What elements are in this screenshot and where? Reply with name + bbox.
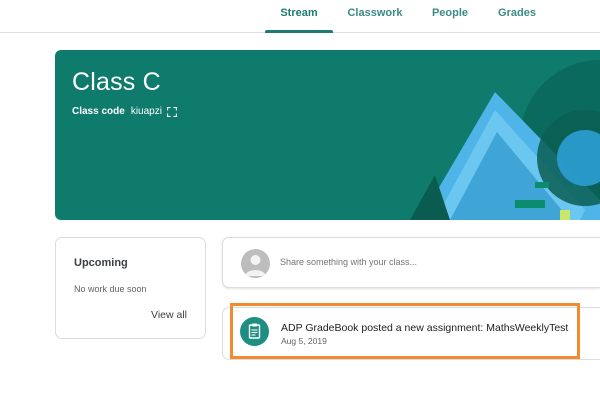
class-title: Class C xyxy=(72,68,161,96)
user-avatar-icon xyxy=(241,249,270,278)
tab-classwork-label: Classwork xyxy=(347,7,403,19)
post-title[interactable]: ADP GradeBook posted a new assignment: M… xyxy=(281,322,568,334)
tab-stream[interactable]: Stream xyxy=(265,0,333,33)
top-nav: Stream Classwork People Grades xyxy=(0,0,600,33)
share-box[interactable] xyxy=(222,237,600,288)
class-banner: Class C Class code kiuapzi xyxy=(55,50,600,220)
class-code-row: Class code kiuapzi xyxy=(72,106,178,117)
tab-people[interactable]: People xyxy=(428,0,472,33)
upcoming-title: Upcoming xyxy=(74,257,128,269)
tab-people-label: People xyxy=(431,7,469,19)
post-date: Aug 5, 2019 xyxy=(281,336,327,346)
tab-grades-label: Grades xyxy=(498,7,536,19)
tab-grades[interactable]: Grades xyxy=(495,0,539,33)
view-all-link[interactable]: View all xyxy=(151,309,187,321)
upcoming-empty-text: No work due soon xyxy=(74,284,147,294)
assignment-icon xyxy=(240,317,269,346)
class-code-value: kiuapzi xyxy=(130,106,162,117)
upcoming-card: Upcoming No work due soon View all xyxy=(55,237,206,339)
class-code-label: Class code xyxy=(72,106,125,117)
fullscreen-icon[interactable] xyxy=(166,106,178,117)
tab-stream-label: Stream xyxy=(280,7,318,19)
share-input[interactable] xyxy=(280,257,580,267)
tab-classwork[interactable]: Classwork xyxy=(345,0,405,33)
active-tab-indicator xyxy=(265,30,333,33)
